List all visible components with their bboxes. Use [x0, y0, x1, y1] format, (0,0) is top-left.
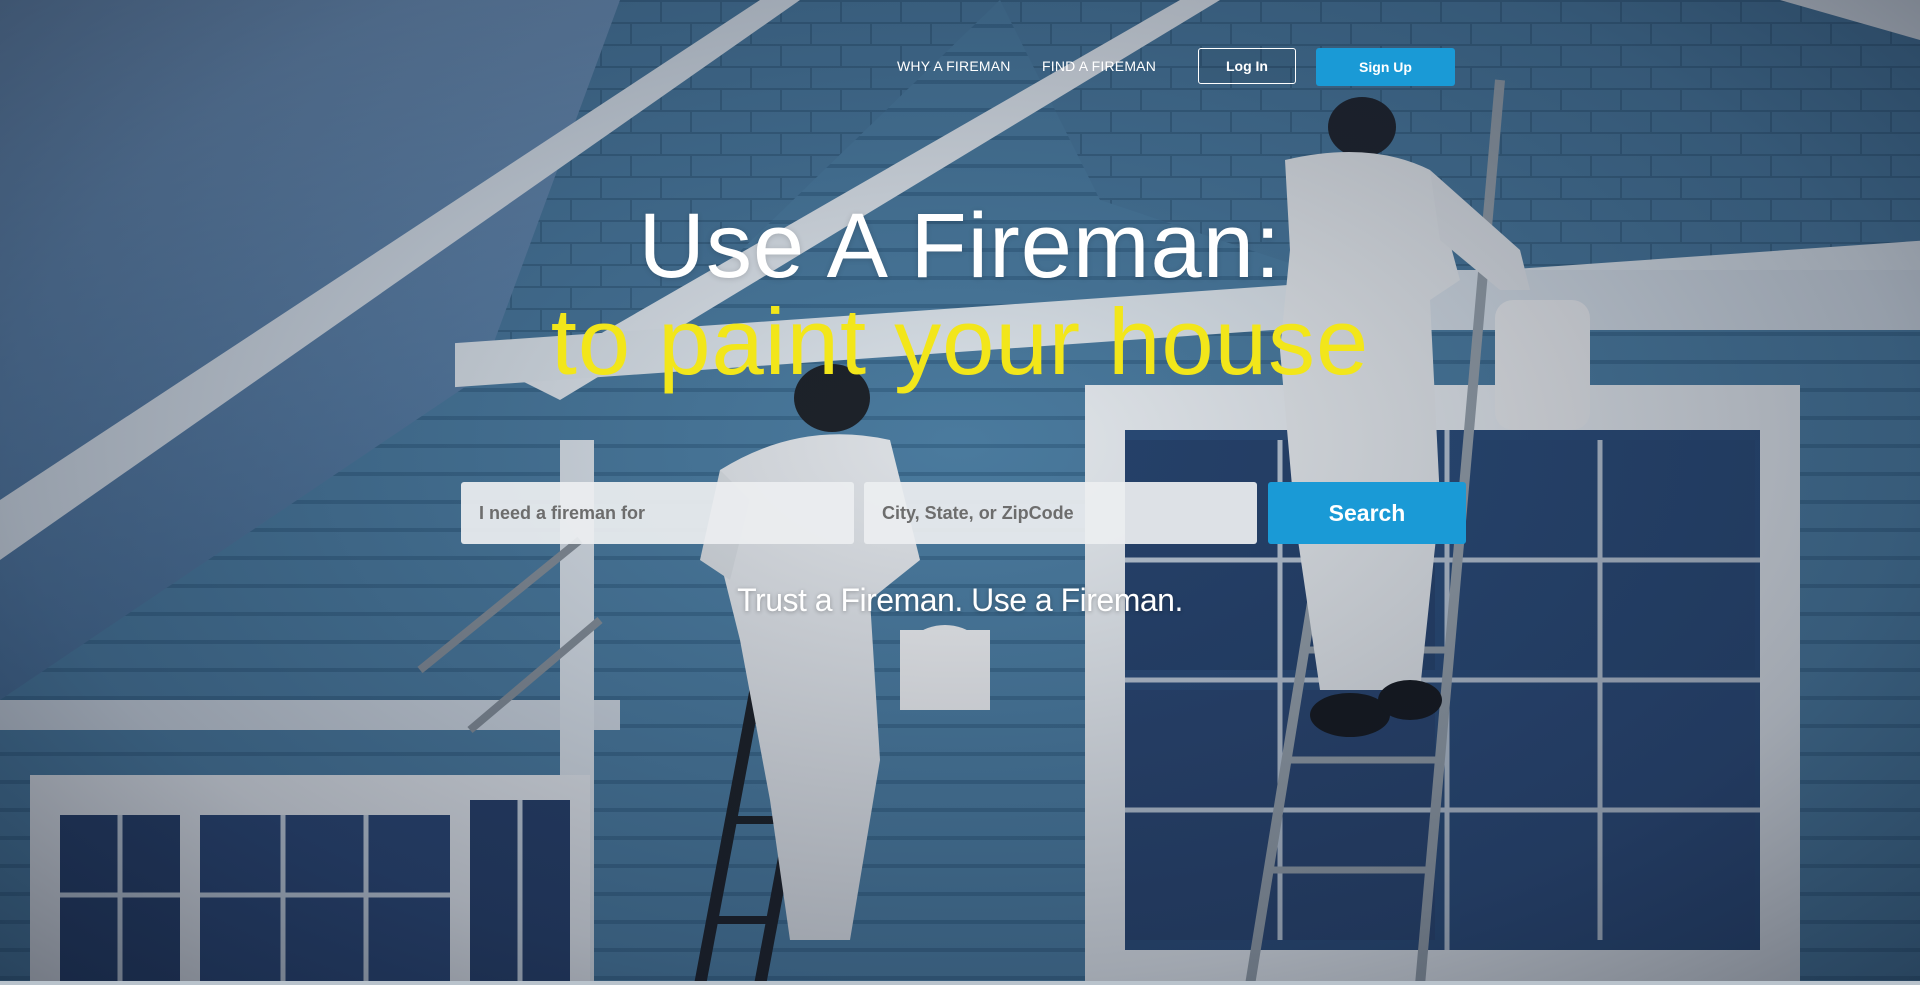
hero-section: WHY A FIREMAN FIND A FIREMAN Log In Sign… [0, 0, 1920, 985]
hero-subheadline: to paint your house [550, 289, 1370, 394]
search-button[interactable]: Search [1268, 482, 1466, 544]
location-search-input[interactable] [864, 482, 1257, 544]
nav-link-find-a-fireman[interactable]: FIND A FIREMAN [1042, 58, 1156, 74]
log-in-button[interactable]: Log In [1198, 48, 1296, 84]
search-form: Search [461, 482, 1466, 544]
service-search-input[interactable] [461, 482, 854, 544]
nav-link-why-a-fireman[interactable]: WHY A FIREMAN [897, 58, 1011, 74]
top-nav: WHY A FIREMAN FIND A FIREMAN Log In Sign… [0, 48, 1920, 86]
bottom-divider [0, 981, 1920, 985]
hero-headline: Use A Fireman: [638, 195, 1282, 297]
hero-tagline: Trust a Fireman. Use a Fireman. [737, 582, 1183, 618]
sign-up-button[interactable]: Sign Up [1316, 48, 1455, 86]
